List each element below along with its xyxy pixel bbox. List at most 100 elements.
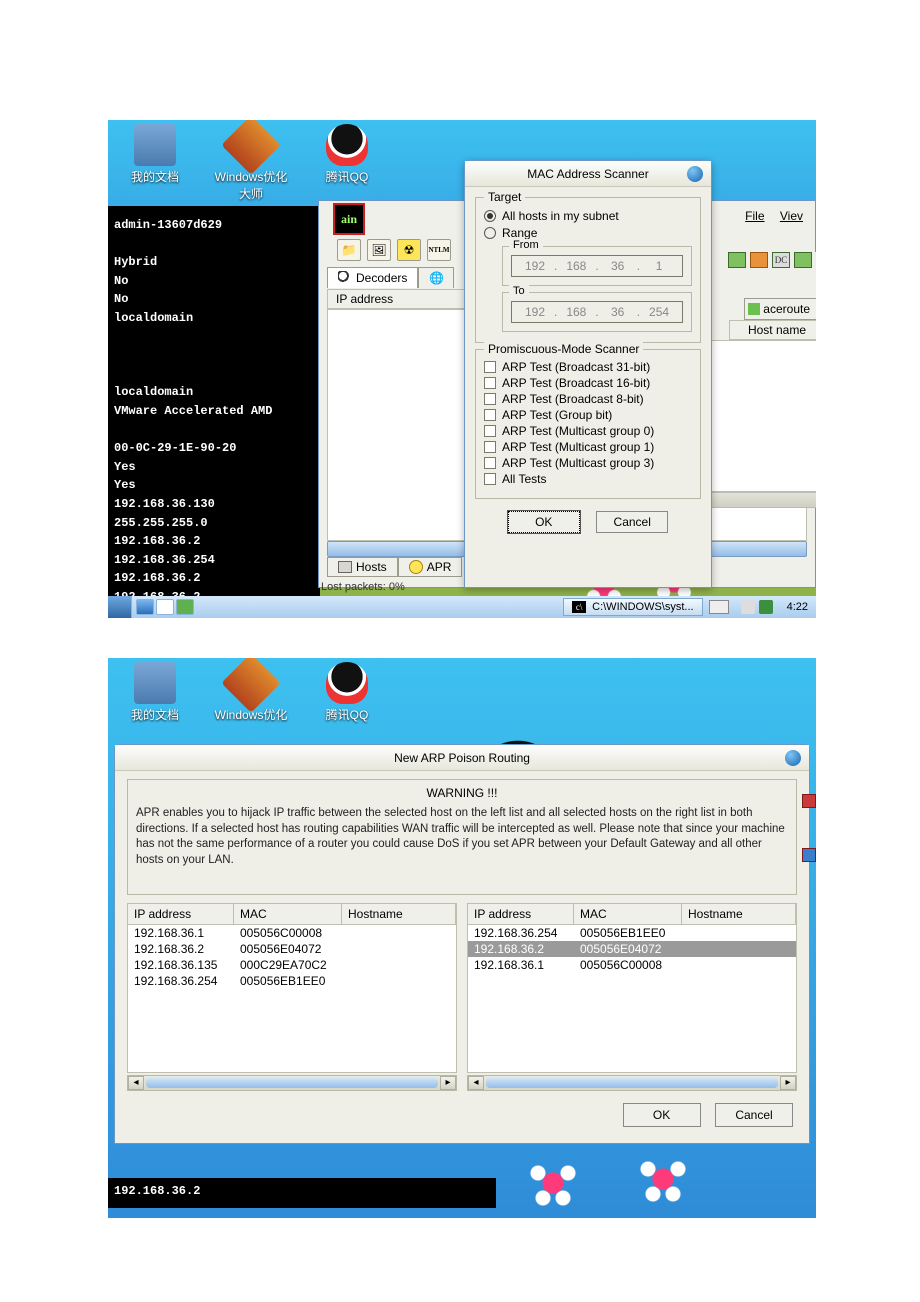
ok-button[interactable]: OK <box>623 1103 701 1127</box>
col-ip[interactable]: IP address <box>128 904 234 924</box>
menu-view[interactable]: Viev <box>780 209 803 223</box>
desktop-icon[interactable]: Windows优化 <box>212 662 290 723</box>
scroll-left-icon[interactable]: ◂ <box>468 1076 484 1090</box>
ip-to-input[interactable]: 192. 168. 36. 254 <box>511 301 683 323</box>
clock[interactable]: 4:22 <box>779 601 816 613</box>
table-row[interactable]: 192.168.36.1005056C00008 <box>468 957 796 973</box>
radio-range[interactable]: Range <box>484 226 692 240</box>
test-checkbox[interactable]: All Tests <box>484 472 692 486</box>
scroll-track[interactable] <box>146 1078 438 1088</box>
ip-dot: . <box>635 305 642 319</box>
taskbar[interactable]: c\C:\WINDOWS\syst... 4:22 <box>108 596 816 618</box>
col-hostname[interactable]: Hostname <box>342 904 456 924</box>
target-legend: Target <box>484 190 525 204</box>
test-checkbox[interactable]: ARP Test (Multicast group 0) <box>484 424 692 438</box>
ime-icon[interactable] <box>709 600 729 614</box>
dc-icon[interactable]: DC <box>772 252 790 268</box>
ql-ie-icon[interactable] <box>136 599 154 615</box>
ql-desktop-icon[interactable] <box>156 599 174 615</box>
tray-icon[interactable] <box>741 600 755 614</box>
col-mac[interactable]: MAC <box>574 904 682 924</box>
cancel-button[interactable]: Cancel <box>596 511 668 533</box>
desktop-icon[interactable]: 我的文档 <box>116 124 194 202</box>
open-icon[interactable] <box>337 239 361 261</box>
menu-file[interactable]: File <box>745 209 764 223</box>
ql-app-icon[interactable] <box>176 599 194 615</box>
right-scrollbar[interactable] <box>710 492 816 508</box>
scrollbar[interactable]: ◂▸ <box>127 1075 457 1091</box>
cain-menubar[interactable]: File Viev <box>733 209 803 223</box>
test-checkbox[interactable]: ARP Test (Broadcast 16-bit) <box>484 376 692 390</box>
right-list[interactable] <box>710 340 816 492</box>
table-row[interactable]: 192.168.36.2005056E04072 <box>128 941 456 957</box>
col-ip[interactable]: IP address <box>468 904 574 924</box>
cain-right-panel: DC aceroute Host name <box>710 252 816 498</box>
tab-traceroute[interactable]: aceroute <box>744 298 816 320</box>
warning-text: APR enables you to hijack IP traffic bet… <box>136 802 788 868</box>
checkbox-icon <box>484 393 496 405</box>
checkbox-icon <box>484 441 496 453</box>
table-row[interactable]: 192.168.36.135000C29EA70C2 <box>128 957 456 973</box>
test-checkbox[interactable]: ARP Test (Broadcast 8-bit) <box>484 392 692 406</box>
scroll-right-icon[interactable]: ▸ <box>440 1076 456 1090</box>
desktop-icon[interactable]: 腾讯QQ <box>308 124 386 202</box>
checkbox-label: ARP Test (Group bit) <box>502 408 612 422</box>
tray-icon[interactable] <box>759 600 773 614</box>
right-list[interactable]: IP address MAC Hostname 192.168.36.25400… <box>467 903 797 1091</box>
btab-hosts[interactable]: Hosts <box>327 557 398 577</box>
table-row[interactable]: 192.168.36.254005056EB1EE0 <box>468 925 796 941</box>
dialog-title: New ARP Poison Routing <box>115 745 809 771</box>
test-checkbox[interactable]: ARP Test (Group bit) <box>484 408 692 422</box>
to-fieldset: To 192. 168. 36. 254 <box>502 292 692 332</box>
tab-next[interactable]: 🌐 <box>418 267 454 288</box>
table-row[interactable]: 192.168.36.1005056C00008 <box>128 925 456 941</box>
command-prompt[interactable]: 192.168.36.2 <box>108 1178 496 1208</box>
test-checkbox[interactable]: ARP Test (Multicast group 1) <box>484 440 692 454</box>
ntlm-icon[interactable] <box>427 239 451 261</box>
nuke-icon[interactable] <box>397 239 421 261</box>
radio-all-hosts[interactable]: All hosts in my subnet <box>484 209 692 223</box>
ip-from-input[interactable]: 192. 168. 36. 1 <box>511 255 683 277</box>
cell-host <box>342 925 456 941</box>
table-row[interactable]: 192.168.36.2005056E04072 <box>468 941 796 957</box>
table-row[interactable]: 192.168.36.254005056EB1EE0 <box>128 973 456 989</box>
net-icon[interactable] <box>794 252 812 268</box>
help-orb-icon[interactable] <box>687 166 703 182</box>
start-button[interactable] <box>108 596 132 618</box>
chip-icon[interactable] <box>728 252 746 268</box>
cmd-icon: c\ <box>572 601 586 613</box>
list-header: IP address MAC Hostname <box>467 903 797 925</box>
scrollbar[interactable]: ◂▸ <box>467 1075 797 1091</box>
btab-apr[interactable]: APR <box>398 557 463 577</box>
desktop-icon[interactable]: Windows优化大师 <box>212 124 290 202</box>
tab-decoders[interactable]: Decoders <box>327 267 418 288</box>
radio-dot-icon <box>484 227 496 239</box>
desktop-icon[interactable]: 我的文档 <box>116 662 194 723</box>
col-mac[interactable]: MAC <box>234 904 342 924</box>
command-prompt[interactable]: admin-13607d629 Hybrid No No localdomain… <box>108 206 320 600</box>
col-hostname[interactable]: Host name <box>729 320 816 340</box>
scroll-track[interactable] <box>486 1078 778 1088</box>
scroll-left-icon[interactable]: ◂ <box>128 1076 144 1090</box>
vpn-icon[interactable] <box>750 252 768 268</box>
cell-mac: 005056EB1EE0 <box>234 973 342 989</box>
cancel-button[interactable]: Cancel <box>715 1103 793 1127</box>
ip-octet: 1 <box>642 259 676 273</box>
card-icon[interactable] <box>367 239 391 261</box>
test-checkbox[interactable]: ARP Test (Broadcast 31-bit) <box>484 360 692 374</box>
right-list-body[interactable]: 192.168.36.254005056EB1EE0192.168.36.200… <box>467 925 797 1073</box>
mac-scanner-dialog[interactable]: MAC Address Scanner Target All hosts in … <box>464 160 712 588</box>
checkbox-label: ARP Test (Broadcast 16-bit) <box>502 376 650 390</box>
left-list[interactable]: IP address MAC Hostname 192.168.36.10050… <box>127 903 457 1091</box>
scroll-right-icon[interactable]: ▸ <box>780 1076 796 1090</box>
ok-button[interactable]: OK <box>508 511 580 533</box>
checkbox-icon <box>484 377 496 389</box>
taskbar-task-cmd[interactable]: c\C:\WINDOWS\syst... <box>563 598 702 616</box>
help-orb-icon[interactable] <box>785 750 801 766</box>
screenshot-1: 我的文档Windows优化大师腾讯QQ admin-13607d629 Hybr… <box>108 120 816 618</box>
col-hostname[interactable]: Hostname <box>682 904 796 924</box>
left-list-body[interactable]: 192.168.36.1005056C00008192.168.36.20050… <box>127 925 457 1073</box>
test-checkbox[interactable]: ARP Test (Multicast group 3) <box>484 456 692 470</box>
desktop-icon[interactable]: 腾讯QQ <box>308 662 386 723</box>
apr-dialog[interactable]: New ARP Poison Routing WARNING !!! APR e… <box>114 744 810 1144</box>
